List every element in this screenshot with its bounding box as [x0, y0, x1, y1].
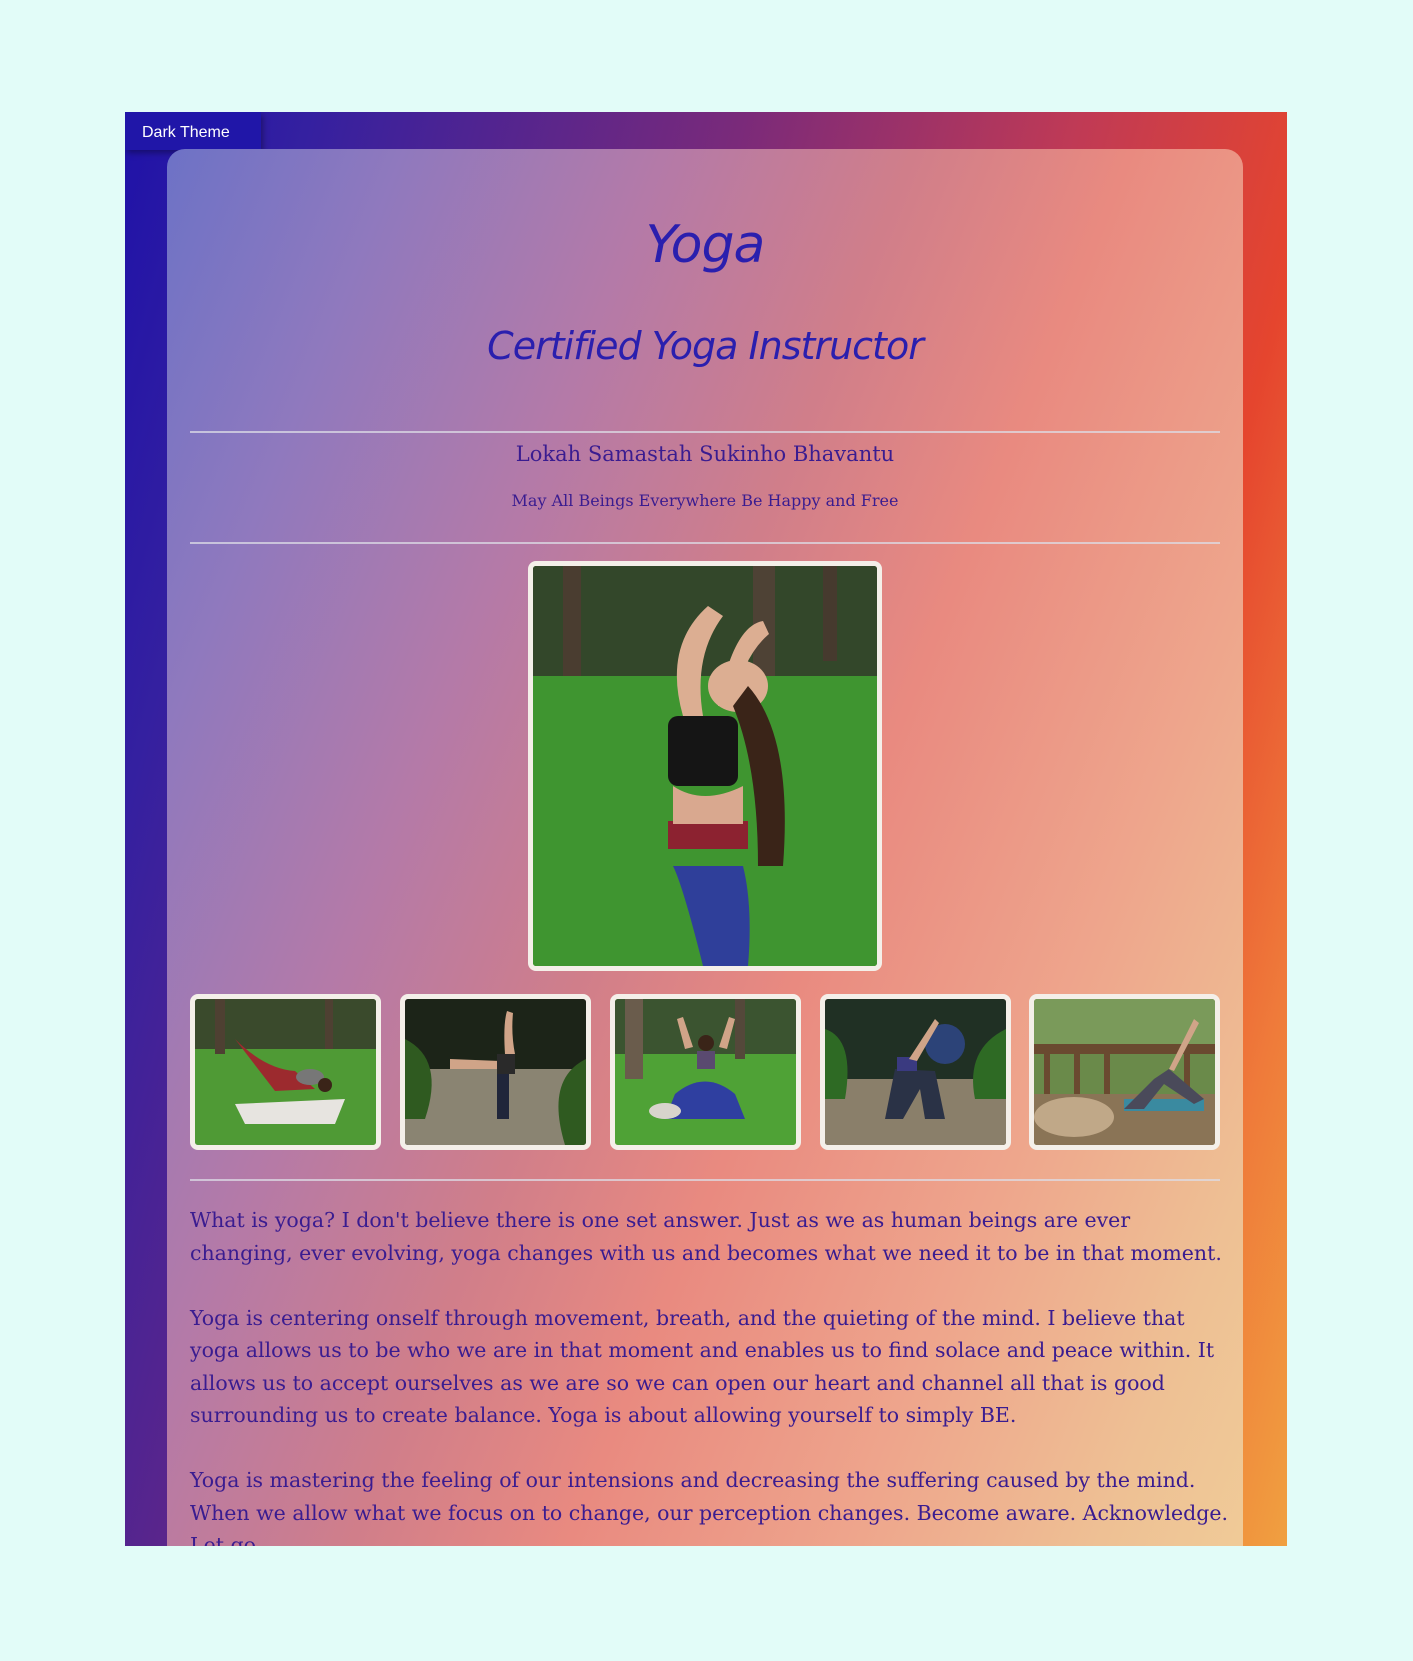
thumbnail-5-image	[1034, 999, 1215, 1145]
page-frame: Dark Theme Yoga Certified Yoga Instructo…	[125, 112, 1287, 1546]
hero-photo[interactable]	[528, 561, 882, 971]
thumbnail-2[interactable]	[400, 994, 591, 1150]
divider-middle	[190, 542, 1220, 544]
thumbnail-gallery	[190, 994, 1220, 1150]
thumbnail-1-image	[195, 999, 376, 1145]
mantra-translation: May All Beings Everywhere Be Happy and F…	[511, 491, 899, 510]
dark-theme-button[interactable]: Dark Theme	[125, 112, 261, 150]
thumbnail-5[interactable]	[1029, 994, 1220, 1150]
about-yoga-text: What is yoga? I don't believe there is o…	[190, 1204, 1230, 1546]
content-card: Yoga Certified Yoga Instructor Lokah Sam…	[167, 149, 1243, 1546]
divider-bottom	[190, 1179, 1220, 1181]
mantra-text: Lokah Samastah Sukinho Bhavantu	[515, 442, 895, 466]
page-subtitle: Certified Yoga Instructor	[487, 324, 924, 368]
hero-photo-image	[533, 566, 877, 966]
paragraph-1: What is yoga? I don't believe there is o…	[190, 1208, 1222, 1265]
thumbnail-3[interactable]	[610, 994, 801, 1150]
paragraph-3: Yoga is mastering the feeling of our int…	[190, 1468, 1229, 1546]
thumbnail-3-image	[615, 999, 796, 1145]
page-title: Yoga	[645, 215, 766, 275]
thumbnail-2-image	[405, 999, 586, 1145]
thumbnail-4[interactable]	[820, 994, 1011, 1150]
paragraph-2: Yoga is centering onself through movemen…	[190, 1305, 1215, 1428]
divider-top	[190, 431, 1220, 433]
thumbnail-4-image	[825, 999, 1006, 1145]
thumbnail-1[interactable]	[190, 994, 381, 1150]
